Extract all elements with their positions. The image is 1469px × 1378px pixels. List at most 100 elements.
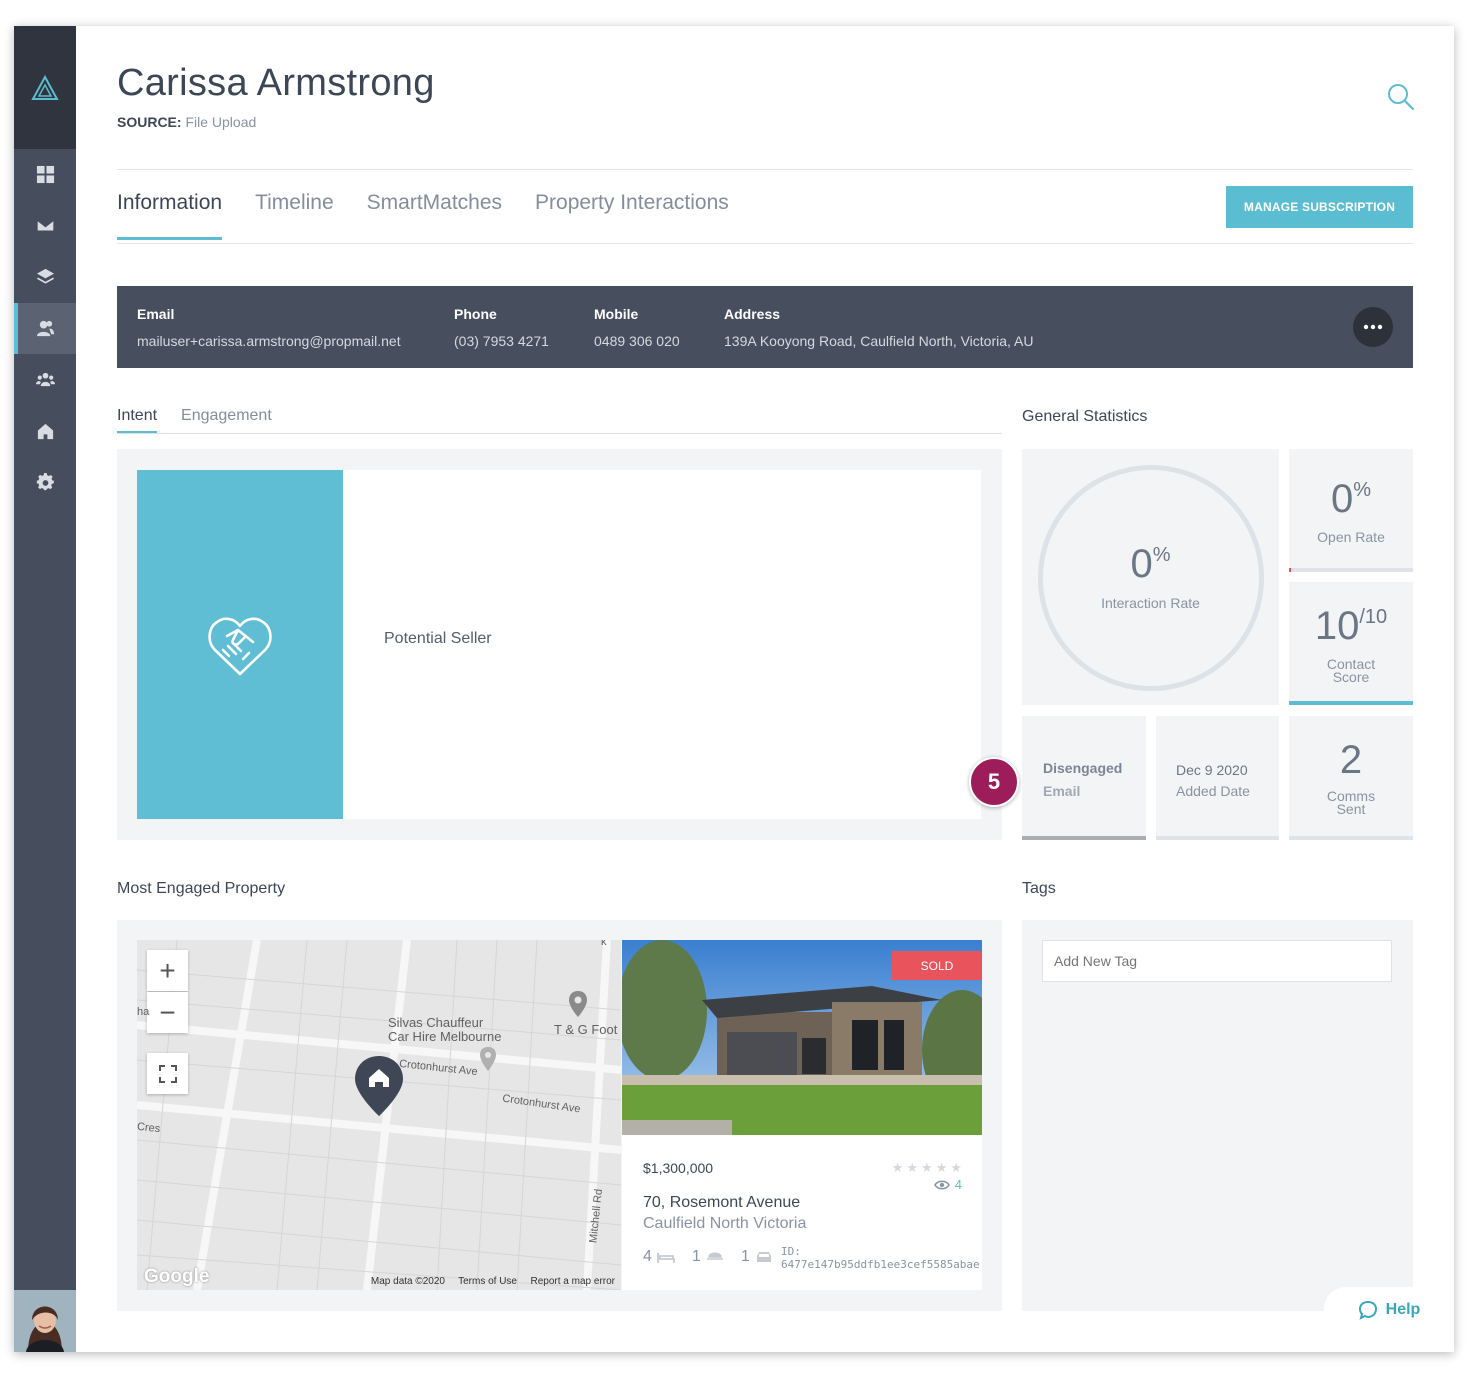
address-field-group: Address 139A Kooyong Road, Caulfield Nor… xyxy=(724,306,1033,349)
add-tag-input[interactable] xyxy=(1042,940,1392,982)
cars-value: 1 xyxy=(740,1248,750,1265)
source-label: SOURCE: xyxy=(117,114,182,130)
interaction-rate-tile: 0% Interaction Rate xyxy=(1022,449,1279,705)
contact-score-label: Contact Score xyxy=(1289,657,1413,684)
views-count: 4 xyxy=(933,1177,962,1192)
baths-value: 1 xyxy=(691,1248,701,1265)
help-button[interactable]: Help xyxy=(1324,1287,1454,1332)
intent-label: Potential Seller xyxy=(384,630,492,647)
source-value: File Upload xyxy=(185,114,257,130)
general-statistics-title: General Statistics xyxy=(1022,408,1148,425)
views-value: 4 xyxy=(954,1177,962,1192)
divider xyxy=(117,169,1413,170)
star-icon[interactable]: ★ xyxy=(892,1160,904,1176)
tab-property-interactions[interactable]: Property Interactions xyxy=(535,191,729,240)
property-marker-icon[interactable] xyxy=(353,1054,405,1118)
manage-subscription-button[interactable]: MANAGE SUBSCRIPTION xyxy=(1226,186,1413,228)
help-label: Help xyxy=(1385,1300,1421,1318)
added-date-bar xyxy=(1156,836,1279,840)
main-tabs: Information Timeline SmartMatches Proper… xyxy=(117,191,729,240)
groups-icon xyxy=(35,372,55,387)
tab-smartmatches[interactable]: SmartMatches xyxy=(367,191,502,240)
mobile-value[interactable]: 0489 306 020 xyxy=(594,333,680,349)
map-label-silvas-2: Car Hire Melbourne xyxy=(388,1029,502,1044)
open-rate-unit: % xyxy=(1353,479,1372,501)
fullscreen-button[interactable] xyxy=(147,1053,188,1094)
more-options-button[interactable] xyxy=(1353,307,1393,347)
nav-groups[interactable] xyxy=(14,354,76,405)
property-id-value: 6477e147b95ddfb1ee3cef5585abae xyxy=(781,1258,980,1271)
intent-card: Potential Seller xyxy=(137,470,981,819)
sidebar xyxy=(14,26,76,1352)
home-icon xyxy=(37,423,53,440)
engagement-channel: Email xyxy=(1043,783,1081,799)
mobile-field-group: Mobile 0489 306 020 xyxy=(594,306,680,349)
property-price: $1,300,000 xyxy=(643,1160,714,1176)
star-icon[interactable]: ★ xyxy=(906,1160,918,1176)
zoom-in-button[interactable]: + xyxy=(147,950,188,991)
most-engaged-property-panel: + − Silvas Chauffeur Car Hire Melbourne … xyxy=(117,920,1002,1311)
zoom-out-button[interactable]: − xyxy=(147,992,188,1033)
intent-panel: Potential Seller xyxy=(117,449,1002,840)
tab-information[interactable]: Information xyxy=(117,191,223,240)
tab-intent[interactable]: Intent xyxy=(117,407,158,433)
open-rate-value-wrap: 0% xyxy=(1289,477,1413,522)
phone-value[interactable]: (03) 7953 4271 xyxy=(454,333,549,349)
property-card[interactable]: SOLD $1,300,000 ★ ★ ★ ★ ★ 4 70, Rosemont… xyxy=(622,940,982,1290)
nav-dashboard[interactable] xyxy=(14,149,76,200)
sold-badge: SOLD xyxy=(892,951,982,980)
engagement-status: Disengaged xyxy=(1043,760,1123,776)
nav-mail[interactable] xyxy=(14,200,76,251)
avatar-photo xyxy=(14,1290,76,1352)
nav-layers[interactable] xyxy=(14,251,76,302)
property-street: 70, Rosemont Avenue xyxy=(643,1194,801,1211)
comms-sent-tile: 2 Comms Sent xyxy=(1289,716,1413,840)
user-avatar[interactable] xyxy=(14,1290,76,1352)
star-icon[interactable]: ★ xyxy=(950,1160,962,1176)
star-icon[interactable]: ★ xyxy=(921,1160,933,1176)
interaction-rate-label: Interaction Rate xyxy=(1101,595,1200,611)
chat-bubble-icon xyxy=(1358,1300,1377,1320)
nav-contacts[interactable] xyxy=(14,303,76,354)
open-rate-value: 0 xyxy=(1330,477,1354,521)
nav-properties[interactable] xyxy=(14,406,76,457)
property-map[interactable]: + − Silvas Chauffeur Car Hire Melbourne … xyxy=(137,940,621,1290)
property-id-label: ID: xyxy=(781,1245,801,1258)
handshake-icon xyxy=(208,616,272,675)
dashboard-icon xyxy=(36,165,54,184)
map-report-link[interactable]: Report a map error xyxy=(531,1276,615,1287)
map-terms-link[interactable]: Terms of Use xyxy=(458,1276,517,1287)
more-dots-icon xyxy=(1363,324,1383,330)
contact-score-unit: /10 xyxy=(1359,606,1388,628)
eye-icon xyxy=(933,1180,950,1189)
intent-image xyxy=(137,470,343,819)
contacts-icon xyxy=(36,320,54,337)
engagement-bar xyxy=(1022,836,1146,840)
mobile-label: Mobile xyxy=(594,306,639,322)
added-date-value: Dec 9 2020 xyxy=(1176,762,1248,778)
address-value: 139A Kooyong Road, Caulfield North, Vict… xyxy=(724,333,1034,349)
tabs-divider xyxy=(117,243,1413,244)
logo[interactable] xyxy=(14,26,76,149)
gear-icon xyxy=(36,473,54,491)
contact-info-bar: Email mailuser+carissa.armstrong@propmai… xyxy=(117,286,1413,368)
contact-score-tile: 10/10 Contact Score xyxy=(1289,582,1413,705)
map-label-cres: Cres xyxy=(137,1120,161,1136)
rating-stars[interactable]: ★ ★ ★ ★ ★ xyxy=(892,1160,962,1176)
step-callout-badge: 5 xyxy=(969,757,1019,807)
map-label-edge: ha xyxy=(137,1006,150,1018)
app-window: Carissa Armstrong SOURCE: File Upload In… xyxy=(14,26,1454,1352)
tab-timeline[interactable]: Timeline xyxy=(255,191,334,240)
tab-engagement[interactable]: Engagement xyxy=(181,407,272,433)
google-logo: Google xyxy=(144,1266,210,1287)
layers-icon xyxy=(36,268,54,284)
source-line: SOURCE: File Upload xyxy=(117,114,256,130)
page-title: Carissa Armstrong xyxy=(117,62,435,104)
property-id: ID: 6477e147b95ddfb1ee3cef5585abae xyxy=(781,1245,980,1271)
comms-sent-bar xyxy=(1289,836,1413,840)
map-data-credit: Map data ©2020 xyxy=(370,1276,445,1287)
email-value[interactable]: mailuser+carissa.armstrong@propmail.net xyxy=(137,333,401,349)
star-icon[interactable]: ★ xyxy=(936,1160,948,1176)
search-icon[interactable] xyxy=(1386,82,1416,112)
nav-settings[interactable] xyxy=(14,457,76,508)
